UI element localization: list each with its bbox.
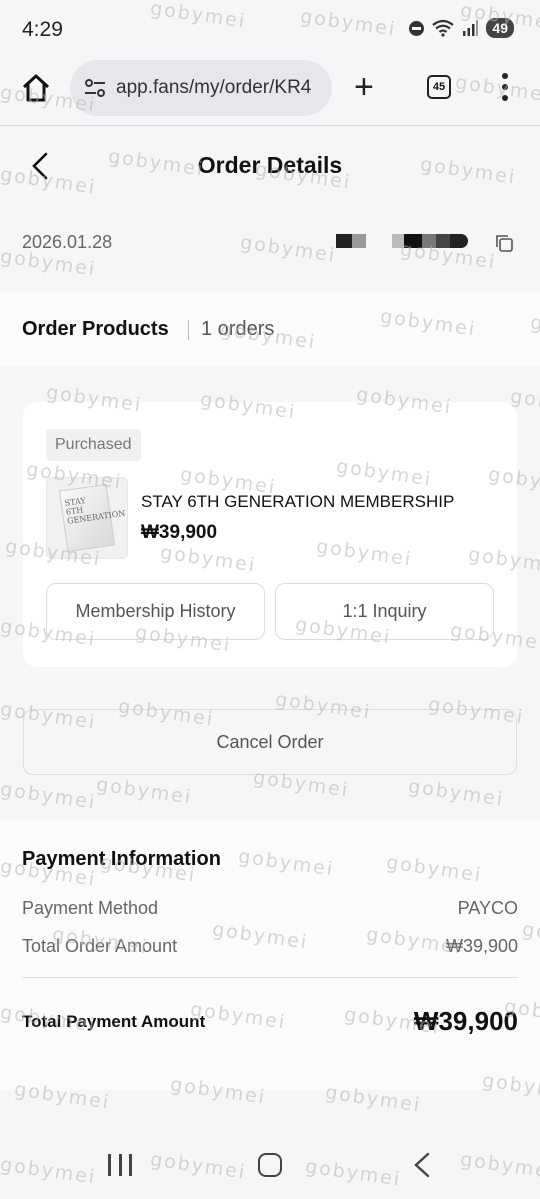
battery-indicator: 49 [486, 18, 514, 38]
tabs-icon[interactable]: 45 [427, 75, 451, 99]
watermark-text: gobymei [0, 778, 98, 814]
status-badge: Purchased [46, 429, 141, 461]
payment-method-value: PAYCO [457, 898, 518, 918]
payment-information: Payment Information Payment Method PAYCO… [0, 820, 540, 1090]
watermark-text: gobymei [406, 775, 506, 811]
status-bar: 4:29 49 [0, 0, 540, 58]
payment-title: Payment Information [22, 848, 221, 870]
more-vertical-icon[interactable] [502, 73, 508, 101]
nav-back-icon[interactable] [412, 1152, 432, 1178]
product-name[interactable]: STAY 6TH GENERATION MEMBERSHIP [141, 492, 454, 512]
total-payment-row: Total Payment Amount ₩39,900 [22, 1006, 518, 1037]
order-details-page: 4:29 49 app.fans/my/order/KR4 + 45 Order… [0, 0, 540, 1199]
order-meta: 2026.01.28 [0, 214, 540, 270]
payment-method-label: Payment Method [22, 898, 159, 918]
order-id-redacted [336, 234, 468, 248]
system-nav-bar [0, 1132, 540, 1199]
total-payment-value: ₩39,900 [413, 1006, 518, 1036]
page-title: Order Details [197, 152, 343, 178]
copy-icon[interactable] [494, 233, 514, 253]
divider [188, 320, 189, 340]
signal-icon [463, 20, 479, 36]
wifi-icon [432, 19, 455, 37]
product-price: ₩39,900 [141, 522, 218, 543]
url-text[interactable]: app.fans/my/order/KR4 [116, 77, 311, 99]
home-circle-icon[interactable] [258, 1153, 282, 1177]
watermark-text: gobymei [94, 773, 194, 809]
order-date: 2026.01.28 [22, 232, 113, 252]
product-thumbnail-art: STAY 6TH GENERATION [58, 483, 126, 553]
total-order-value: ₩39,900 [445, 936, 518, 956]
order-products-title: Order Products [22, 318, 169, 340]
order-products-header: Order Products 1 orders [0, 292, 540, 366]
cancel-order-button[interactable]: Cancel Order [23, 709, 517, 775]
status-icons: 49 [409, 18, 514, 38]
total-payment-label: Total Payment Amount [22, 1011, 206, 1031]
divider [22, 977, 518, 978]
home-icon[interactable] [20, 72, 52, 104]
order-count: 1 orders [201, 318, 275, 340]
address-bar[interactable]: app.fans/my/order/KR4 [70, 60, 332, 116]
do-not-disturb-icon [409, 20, 425, 36]
payment-method-row: Payment Method PAYCO [22, 898, 518, 919]
inquiry-button[interactable]: 1:1 Inquiry [275, 583, 494, 640]
total-order-row: Total Order Amount ₩39,900 [22, 936, 518, 957]
membership-history-button[interactable]: Membership History [46, 583, 265, 640]
status-time: 4:29 [22, 18, 63, 41]
product-thumbnail[interactable]: STAY 6TH GENERATION [46, 477, 128, 559]
product-card: Purchased STAY 6TH GENERATION STAY 6TH G… [23, 402, 517, 667]
page-header: Order Details [0, 127, 540, 205]
plus-icon[interactable]: + [354, 70, 374, 104]
browser-toolbar: app.fans/my/order/KR4 + 45 [0, 58, 540, 126]
total-order-label: Total Order Amount [22, 936, 178, 956]
tune-icon[interactable] [84, 79, 106, 97]
recent-apps-icon[interactable] [108, 1154, 132, 1176]
